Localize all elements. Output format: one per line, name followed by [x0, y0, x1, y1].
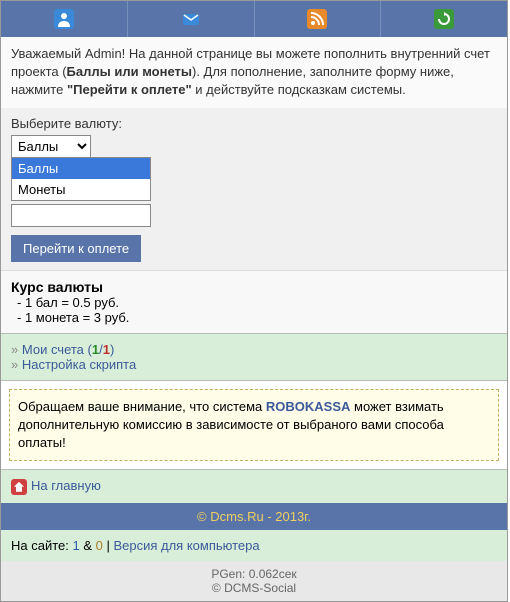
profile-icon — [54, 9, 74, 29]
mail-icon — [181, 9, 201, 29]
footer-stats: На сайте: 1 & 0 | Версия для компьютера — [1, 530, 507, 561]
nav-mail[interactable] — [128, 1, 255, 37]
rate-title: Курс валюты — [11, 279, 497, 295]
home-link[interactable]: На главную — [31, 478, 101, 493]
currency-label: Выберите валюту: — [11, 116, 497, 131]
home-section: На главную — [1, 469, 507, 503]
home-icon — [11, 479, 27, 495]
option-monety[interactable]: Монеты — [12, 179, 150, 200]
desktop-version-link[interactable]: Версия для компьютера — [113, 538, 259, 553]
links-section: » Мои счета (1/1) » Настройка скрипта — [1, 333, 507, 381]
nav-profile[interactable] — [1, 1, 128, 37]
form-section: Выберите валюту: Баллы Баллы Монеты XXXX… — [1, 108, 507, 270]
robokassa-text: ROBOKASSA — [266, 399, 351, 414]
dcms-link[interactable]: Dcms.Ru — [210, 509, 263, 524]
rate-line-2: - 1 монета = 3 руб. — [17, 310, 497, 325]
copyright-bar: © Dcms.Ru - 2013г. — [1, 503, 507, 530]
rate-line-1: - 1 бал = 0.5 руб. — [17, 295, 497, 310]
intro-text: Уважаемый Admin! На данной странице вы м… — [1, 37, 507, 108]
rate-section: Курс валюты - 1 бал = 0.5 руб. - 1 монет… — [1, 270, 507, 333]
nav-refresh[interactable] — [381, 1, 507, 37]
currency-dropdown: Баллы Монеты — [11, 157, 151, 201]
footer-gen: PGen: 0.062сек © DCMS-Social — [1, 561, 507, 601]
top-nav — [1, 1, 507, 37]
my-accounts-link[interactable]: Мои счета (1/1) — [22, 342, 114, 357]
script-settings-link[interactable]: Настройка скрипта — [22, 357, 136, 372]
nav-rss[interactable] — [255, 1, 382, 37]
option-bally[interactable]: Баллы — [12, 158, 150, 179]
submit-button[interactable]: Перейти к оплете — [11, 235, 141, 262]
refresh-icon — [434, 9, 454, 29]
rss-icon — [307, 9, 327, 29]
currency-select[interactable]: Баллы — [11, 135, 91, 158]
amount-input[interactable] — [11, 204, 151, 227]
notice-box: Обращаем ваше внимание, что система ROBO… — [9, 389, 499, 462]
